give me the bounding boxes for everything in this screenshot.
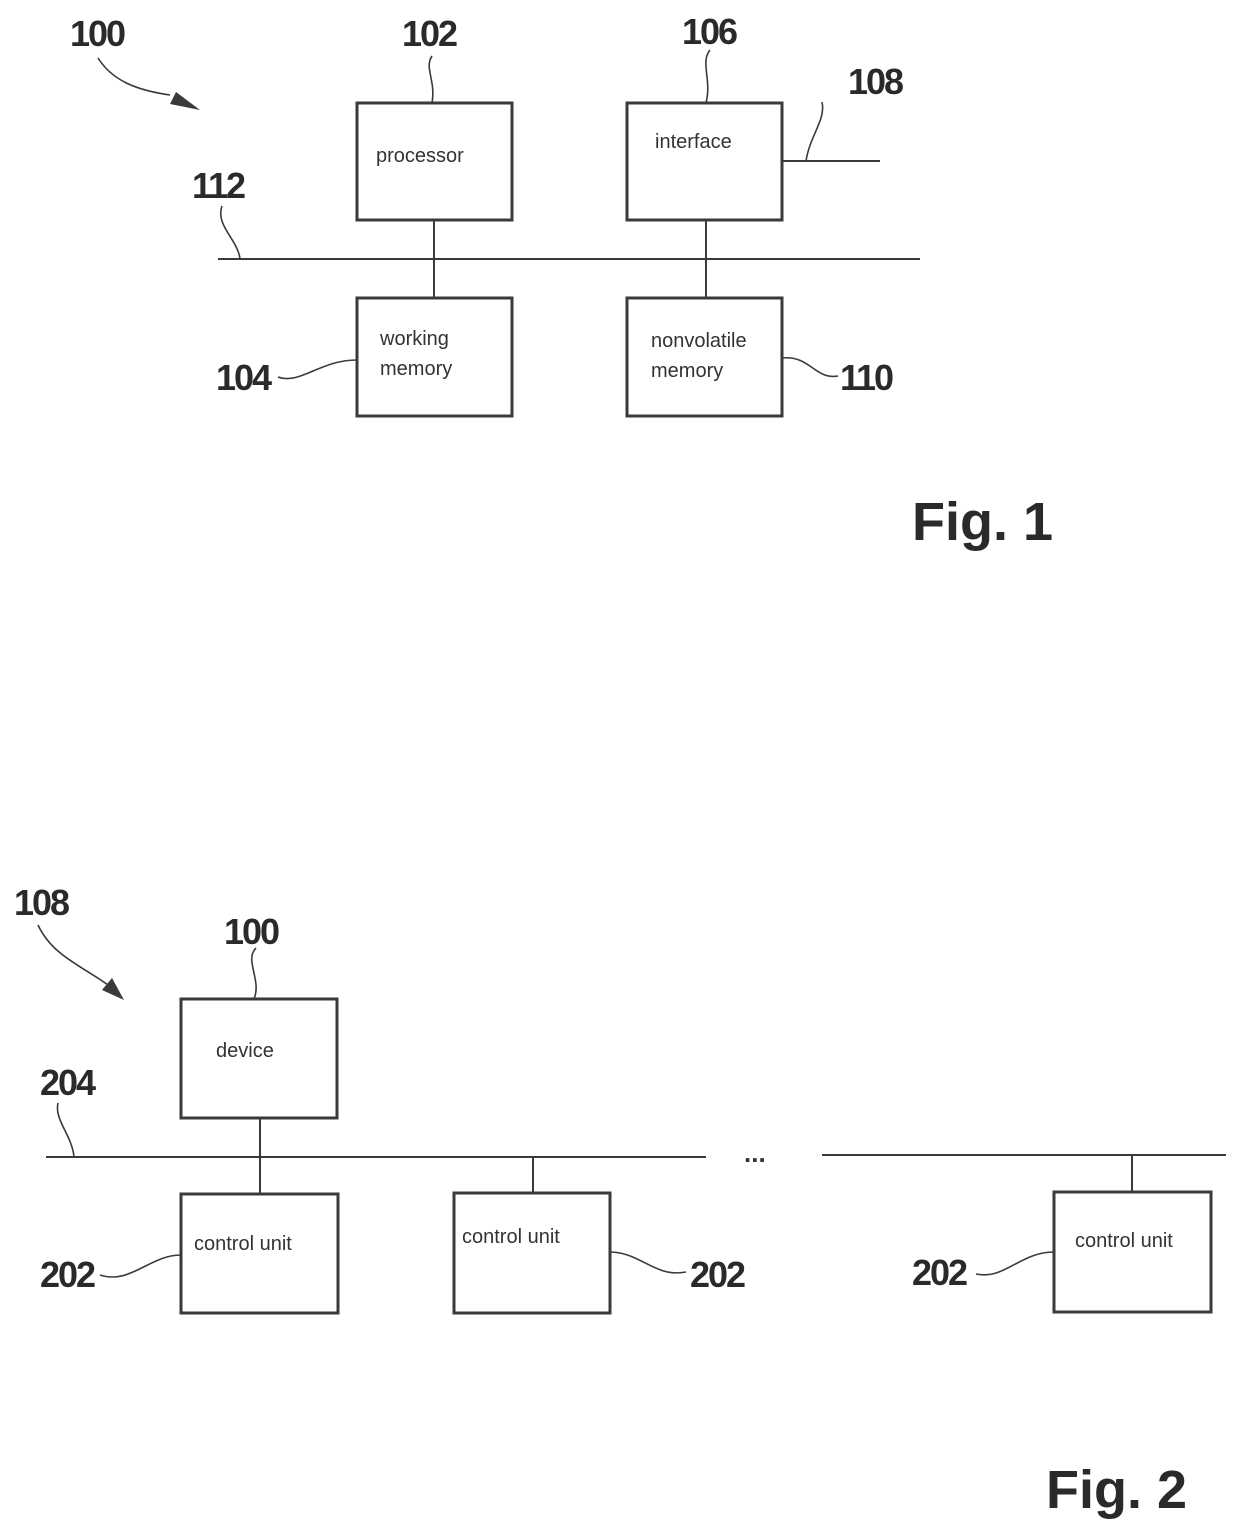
interface-label: interface [655, 131, 732, 153]
block-device: device 100 [179, 911, 339, 1120]
device-label: device [216, 1040, 274, 1062]
ref-nonvolatile-memory-110: 110 [840, 357, 893, 398]
control-unit-1-label: control unit [194, 1233, 292, 1255]
bus-leader-112 [219, 205, 241, 260]
ref-device-100: 100 [224, 911, 279, 952]
nonvolatile-memory-label-line2: memory [651, 360, 723, 382]
processor-leader [428, 55, 434, 104]
control-unit-1-leader [99, 1254, 182, 1278]
device-arrow-head-icon [170, 92, 200, 110]
ref-bus-112: 112 [192, 165, 245, 206]
figure-2-label: Fig. 2 [1046, 1460, 1187, 1520]
control-unit-2-label: control unit [462, 1226, 560, 1248]
ref-processor-102: 102 [402, 13, 457, 54]
ref-interface-106: 106 [682, 11, 737, 52]
interface-box [625, 101, 784, 222]
control-unit-2-box [452, 1191, 612, 1315]
working-memory-label-line2: memory [380, 358, 452, 380]
block-control-unit-1: control unit 202 [40, 1192, 340, 1315]
ref-working-memory-104: 104 [216, 357, 272, 398]
ref-control-unit-3-202: 202 [912, 1252, 967, 1293]
ref-control-unit-1-202: 202 [40, 1254, 95, 1295]
block-processor: processor 102 [355, 13, 514, 222]
bus-leader-204 [56, 1102, 75, 1158]
figure-1-label: Fig. 1 [912, 492, 1053, 552]
block-control-unit-3: control unit 202 [912, 1190, 1213, 1314]
external-leader-108 [805, 101, 824, 162]
block-working-memory: working memory 104 [216, 296, 514, 418]
ref-system-108: 108 [14, 882, 69, 923]
patent-drawing-sheet: 100 112 processor 102 working memory 104… [14, 11, 1226, 1520]
working-memory-label-line1: working [379, 328, 449, 350]
processor-label: processor [376, 145, 464, 167]
device-leader [251, 947, 257, 1000]
block-nonvolatile-memory: nonvolatile memory 110 [625, 296, 895, 418]
ref-device-100: 100 [70, 13, 125, 54]
interface-leader [705, 49, 711, 104]
block-interface: interface 106 [625, 11, 784, 222]
nonvolatile-memory-label-line1: nonvolatile [651, 330, 747, 352]
ref-bus-204: 204 [40, 1062, 96, 1103]
device-arrow-shaft [97, 57, 171, 96]
figure-2: 108 ... 204 device 100 control unit 202 … [14, 882, 1226, 1520]
control-unit-3-box [1052, 1190, 1213, 1314]
nonvolatile-memory-leader [781, 357, 839, 378]
nonvolatile-memory-box [625, 296, 784, 418]
ref-control-unit-2-202: 202 [690, 1254, 745, 1295]
control-unit-3-leader [975, 1251, 1055, 1276]
block-control-unit-2: control unit 202 [452, 1191, 747, 1315]
ref-external-108: 108 [848, 61, 903, 102]
working-memory-leader [277, 359, 358, 380]
working-memory-box [355, 296, 514, 418]
bus-ellipsis: ... [744, 1138, 766, 1168]
figure-1: 100 112 processor 102 working memory 104… [70, 11, 1053, 552]
control-unit-2-leader [609, 1251, 687, 1274]
system-arrow-head-icon [102, 978, 124, 1000]
control-unit-3-label: control unit [1075, 1230, 1173, 1252]
system-arrow-shaft [37, 924, 109, 986]
